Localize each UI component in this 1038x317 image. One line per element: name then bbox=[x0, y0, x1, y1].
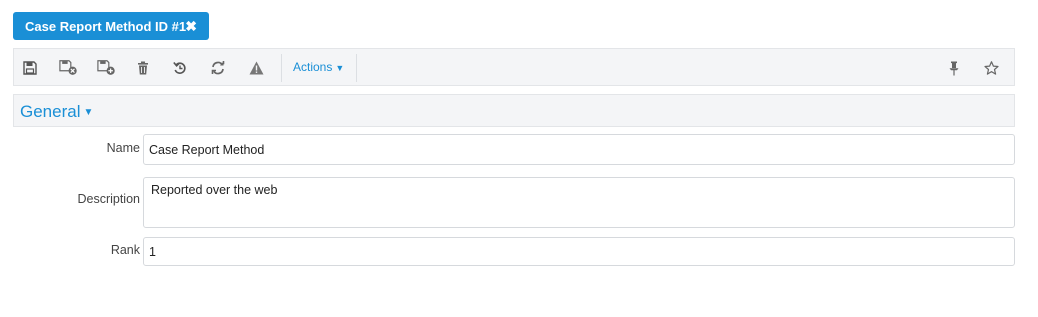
toolbar-divider bbox=[356, 54, 357, 82]
save-close-icon[interactable] bbox=[59, 58, 79, 78]
record-tab[interactable]: Case Report Method ID #1 ✖ bbox=[13, 12, 209, 40]
toolbar-divider bbox=[281, 54, 282, 82]
warning-icon[interactable] bbox=[246, 58, 266, 78]
toolbar: Actions ▼ bbox=[13, 48, 1015, 86]
general-section-toggle[interactable]: General ▼ bbox=[20, 102, 93, 122]
chevron-down-icon: ▼ bbox=[83, 107, 94, 118]
description-textarea[interactable]: Reported over the web bbox=[143, 177, 1015, 228]
star-icon[interactable] bbox=[981, 58, 1001, 78]
description-label: Description bbox=[77, 192, 140, 206]
pin-icon[interactable] bbox=[944, 58, 964, 78]
save-icon[interactable] bbox=[20, 58, 40, 78]
refresh-icon[interactable] bbox=[208, 58, 228, 78]
rank-label: Rank bbox=[110, 243, 140, 257]
actions-menu-button[interactable]: Actions ▼ bbox=[293, 60, 344, 74]
save-new-icon[interactable] bbox=[97, 58, 117, 78]
actions-label: Actions bbox=[293, 60, 333, 74]
section-title: General bbox=[20, 102, 81, 121]
name-label: Name bbox=[106, 141, 140, 155]
close-icon[interactable]: ✖ bbox=[185, 18, 197, 35]
general-section-header: General ▼ bbox=[13, 94, 1015, 127]
rank-input[interactable] bbox=[143, 237, 1015, 266]
delete-icon[interactable] bbox=[133, 58, 153, 78]
name-input[interactable] bbox=[143, 134, 1015, 165]
chevron-down-icon: ▼ bbox=[335, 63, 345, 73]
undo-icon[interactable] bbox=[170, 58, 190, 78]
tab-title: Case Report Method ID #1 bbox=[25, 18, 187, 34]
